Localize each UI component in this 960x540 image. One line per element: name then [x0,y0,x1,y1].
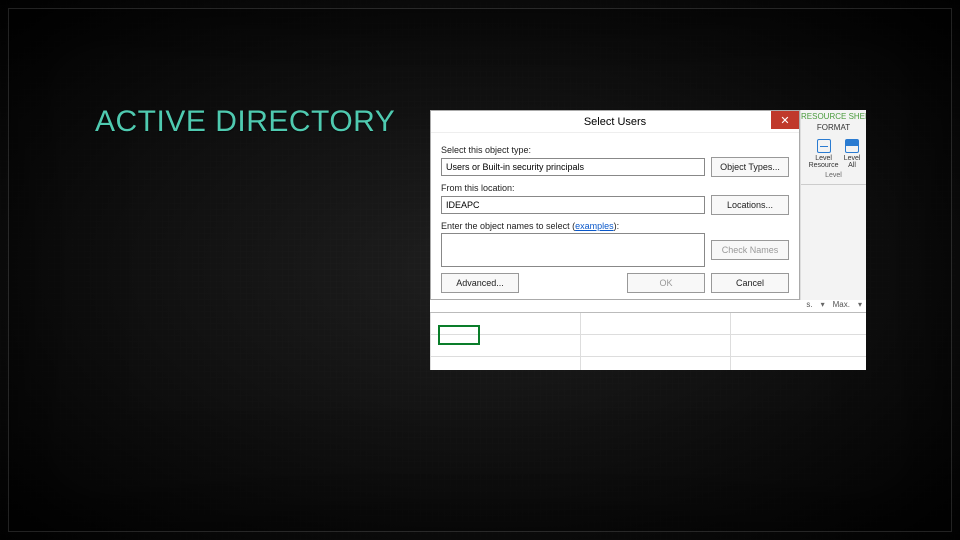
selected-cell[interactable] [438,325,480,345]
object-type-label: Select this object type: [441,145,789,155]
cancel-button[interactable]: Cancel [711,273,789,293]
location-field[interactable]: IDEAPC [441,196,705,214]
names-label-pre: Enter the object names to select ( [441,221,575,231]
level-all-label: Level All [842,155,862,169]
screenshot-frame: RESOURCE SHEET FORMAT Level Resource Lev… [430,110,866,370]
ribbon-group-icons: Level Resource Level All [801,139,866,169]
location-row: IDEAPC Locations... [441,195,789,215]
grid-col-1[interactable]: s. [806,300,812,309]
object-names-input[interactable] [441,233,705,267]
close-icon: ✕ [780,114,789,127]
level-all-button[interactable]: Level All [842,139,862,169]
advanced-button-label: Advanced... [456,278,504,288]
dialog-footer: Advanced... OK Cancel [441,273,789,293]
dialog-body: Select this object type: Users or Built-… [431,133,799,273]
level-resource-label: Level Resource [805,155,842,169]
ribbon-separator [801,184,866,185]
level-resource-icon [817,139,831,153]
chevron-down-icon[interactable]: ▾ [821,300,825,309]
level-all-icon [845,139,859,153]
slide-background: ACTIVE DIRECTORY RESOURCE SHEET FORMAT L… [0,0,960,540]
object-types-button[interactable]: Object Types... [711,157,789,177]
ok-button-label: OK [659,278,672,288]
grid-header-fragment: s. ▾ Max. ▾ [806,300,862,309]
check-names-label: Check Names [722,245,779,255]
names-label-post: ): [614,221,620,231]
object-types-button-label: Object Types... [720,162,780,172]
location-value: IDEAPC [446,200,480,210]
examples-link[interactable]: examples [575,221,614,231]
resource-sheet-grid[interactable]: s. ▾ Max. ▾ [430,300,866,370]
check-names-button[interactable]: Check Names [711,240,789,260]
grid-col-2[interactable]: Max. [833,300,850,309]
dialog-titlebar[interactable]: Select Users ✕ [431,111,799,133]
dialog-title: Select Users [584,116,646,128]
level-resource-button[interactable]: Level Resource [805,139,842,169]
location-label: From this location: [441,183,789,193]
select-users-dialog: Select Users ✕ Select this object type: … [430,110,800,300]
slide-title: ACTIVE DIRECTORY [95,105,395,139]
close-button[interactable]: ✕ [771,111,799,129]
object-type-field[interactable]: Users or Built-in security principals [441,158,705,176]
names-label: Enter the object names to select (exampl… [441,221,789,231]
names-row: Check Names [441,233,789,267]
object-type-row: Users or Built-in security principals Ob… [441,157,789,177]
contextual-tab-label[interactable]: RESOURCE SHEET [801,110,866,122]
ribbon-subtab[interactable]: FORMAT [801,122,866,135]
ok-button[interactable]: OK [627,273,705,293]
cancel-button-label: Cancel [736,278,764,288]
advanced-button[interactable]: Advanced... [441,273,519,293]
chevron-down-icon[interactable]: ▾ [858,300,862,309]
object-type-value: Users or Built-in security principals [446,162,584,172]
locations-button[interactable]: Locations... [711,195,789,215]
grid-lines [430,312,866,370]
ribbon-group-label: Level [801,172,866,179]
locations-button-label: Locations... [727,200,773,210]
